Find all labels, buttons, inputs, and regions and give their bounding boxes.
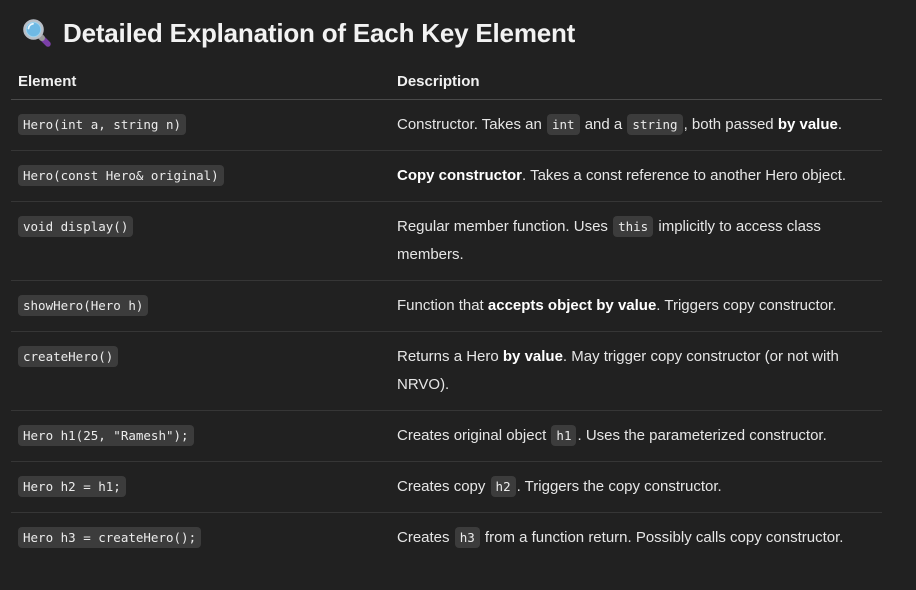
bold-text: accepts object by value [487, 297, 657, 314]
element-cell: Hero(const Hero& original) [11, 150, 390, 202]
inline-code: this [613, 216, 654, 237]
magnifying-glass-icon [22, 18, 52, 48]
table-row: showHero(Hero h) Function that accepts ob… [11, 280, 882, 332]
description-cell: Creates h3 from a function return. Possi… [390, 513, 882, 564]
description-text: Creates copy [397, 478, 490, 495]
description-cell: Creates original object h1. Uses the par… [390, 410, 882, 462]
description-cell: Returns a Hero by value. May trigger cop… [390, 331, 882, 411]
element-code: Hero h1(25, "Ramesh"); [18, 425, 194, 446]
description-text: Creates [397, 529, 454, 546]
description-text: Constructor. Takes an [397, 116, 546, 133]
element-code: Hero h3 = createHero(); [18, 527, 202, 548]
table-row: Hero(const Hero& original) Copy construct… [11, 150, 882, 202]
element-code: void display() [18, 216, 134, 237]
key-elements-table: Element Description Hero(int a, string n… [11, 64, 882, 563]
inline-code: string [627, 114, 683, 135]
description-cell: Copy constructor. Takes a const referenc… [390, 150, 882, 202]
description-cell: Function that accepts object by value. T… [390, 280, 882, 332]
inline-code: h2 [490, 476, 516, 497]
element-code: showHero(Hero h) [18, 295, 149, 316]
description-text: . Triggers copy constructor. [656, 297, 837, 314]
column-header-description: Description [390, 64, 882, 100]
description-text: Regular member function. Uses [397, 218, 613, 235]
bold-text: by value [777, 116, 838, 133]
description-text: . [837, 116, 843, 133]
inline-code: h3 [454, 527, 480, 548]
element-code: Hero(const Hero& original) [18, 165, 224, 186]
bold-text: Copy constructor [397, 167, 523, 184]
table-row: void display() Regular member function. U… [11, 201, 882, 281]
bold-text: by value [502, 348, 563, 365]
description-cell: Creates copy h2. Triggers the copy const… [390, 461, 882, 513]
description-text: and a [580, 116, 627, 133]
description-text: Returns a Hero [397, 348, 503, 365]
table-row: Hero h2 = h1; Creates copy h2. Triggers t… [11, 461, 882, 513]
element-cell: Hero(int a, string n) [11, 99, 390, 151]
inline-code: h1 [551, 425, 577, 446]
element-code: createHero() [18, 346, 119, 367]
table-header-row: Element Description [11, 64, 882, 100]
element-cell: Hero h3 = createHero(); [11, 513, 390, 564]
table-row: Hero h1(25, "Ramesh"); Creates original o… [11, 410, 882, 462]
table-row: createHero() Returns a Hero by value. May… [11, 331, 882, 411]
element-cell: Hero h1(25, "Ramesh"); [11, 410, 390, 462]
table-row: Hero(int a, string n) Constructor. Takes … [11, 99, 882, 151]
element-cell: createHero() [11, 331, 390, 411]
page-title: Detailed Explanation of Each Key Element [63, 17, 576, 48]
description-cell: Regular member function. Uses this impli… [390, 201, 882, 281]
description-text: , both passed [683, 116, 778, 133]
table-row: Hero h3 = createHero(); Creates h3 from a… [11, 513, 882, 564]
element-cell: void display() [11, 201, 390, 281]
element-code: Hero h2 = h1; [18, 476, 126, 497]
column-header-element: Element [11, 64, 390, 100]
element-cell: Hero h2 = h1; [11, 461, 390, 513]
section-heading: Detailed Explanation of Each Key Element [22, 14, 575, 52]
element-code: Hero(int a, string n) [18, 114, 187, 135]
description-text: Function that [397, 297, 488, 314]
element-cell: showHero(Hero h) [11, 280, 390, 332]
inline-code: int [546, 114, 580, 135]
description-cell: Constructor. Takes an int and a string, … [390, 99, 882, 151]
description-text: Creates original object [397, 427, 551, 444]
description-text: . Triggers the copy constructor. [516, 478, 722, 495]
description-text: from a function return. Possibly calls c… [480, 529, 844, 546]
description-text: . Uses the parameterized constructor. [577, 427, 827, 444]
description-text: . Takes a const reference to another Her… [522, 167, 847, 184]
